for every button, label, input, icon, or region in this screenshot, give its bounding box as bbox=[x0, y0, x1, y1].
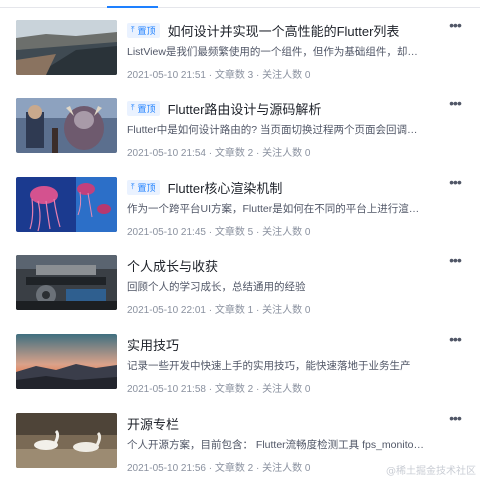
more-dots-icon[interactable]: ••• bbox=[446, 18, 464, 34]
column-description: Flutter中是如何设计路由的? 当页面切换过程两个页面会回调哪些方法... bbox=[127, 124, 427, 136]
tab-bar bbox=[0, 0, 480, 8]
coastal-landscape-image bbox=[16, 20, 117, 75]
column-thumbnail[interactable] bbox=[16, 413, 117, 468]
column-thumbnail[interactable] bbox=[16, 20, 117, 75]
column-title[interactable]: Flutter核心渲染机制 bbox=[168, 178, 283, 197]
pinned-badge: ⤒ 置顶 bbox=[127, 22, 160, 38]
pinned-badge: ⤒ 置顶 bbox=[127, 100, 160, 116]
pin-icon: ⤒ bbox=[131, 103, 135, 112]
column-title[interactable]: 个人成长与收获 bbox=[127, 256, 218, 275]
more-dots-icon[interactable]: ••• bbox=[446, 411, 464, 427]
column-title[interactable]: Flutter路由设计与源码解析 bbox=[168, 99, 322, 118]
column-item[interactable]: ⤒ 置顶 如何设计并实现一个高性能的Flutter列表 ListView是我们最频… bbox=[0, 8, 480, 86]
pinned-badge: ⤒ 置顶 bbox=[127, 179, 160, 195]
more-dots-icon[interactable]: ••• bbox=[446, 332, 464, 348]
game-characters-image bbox=[16, 98, 117, 153]
column-item[interactable]: ⤒ 置顶 Flutter核心渲染机制 作为一个跨平台UI方案，Flutter是如何… bbox=[0, 165, 480, 243]
watermark: @稀土掘金技术社区 bbox=[386, 466, 476, 477]
column-title[interactable]: 实用技巧 bbox=[127, 335, 179, 354]
column-thumbnail[interactable] bbox=[16, 177, 117, 232]
column-description: 回顾个人的学习成长，总结通用的经验 bbox=[127, 281, 306, 293]
column-thumbnail[interactable] bbox=[16, 98, 117, 153]
column-thumbnail[interactable] bbox=[16, 255, 117, 310]
more-dots-icon[interactable]: ••• bbox=[446, 175, 464, 191]
column-item[interactable]: 个人成长与收获 回顾个人的学习成长，总结通用的经验 2021-05-10 22:… bbox=[0, 243, 480, 321]
jellyfish-image bbox=[16, 177, 117, 232]
column-description: 作为一个跨平台UI方案，Flutter是如何在不同的平台上进行渲染? 他的... bbox=[127, 203, 427, 215]
column-meta: 2021-05-10 21:56 · 文章数 2 · 关注人数 0 bbox=[127, 463, 311, 474]
more-dots-icon[interactable]: ••• bbox=[446, 96, 464, 112]
swans-image bbox=[16, 413, 117, 468]
column-description: 个人开源方案，目前包含： Flutter流畅度检测工具 fps_monitor … bbox=[127, 439, 427, 451]
column-item[interactable]: ⤒ 置顶 Flutter路由设计与源码解析 Flutter中是如何设计路由的? 当… bbox=[0, 86, 480, 164]
column-description: 记录一些开发中快速上手的实用技巧，能快速落地于业务生产 bbox=[127, 360, 411, 372]
more-dots-icon[interactable]: ••• bbox=[446, 253, 464, 269]
column-meta: 2021-05-10 21:45 · 文章数 5 · 关注人数 0 bbox=[127, 227, 311, 238]
column-item[interactable]: 实用技巧 记录一些开发中快速上手的实用技巧，能快速落地于业务生产 2021-05… bbox=[0, 322, 480, 400]
column-meta: 2021-05-10 21:58 · 文章数 2 · 关注人数 0 bbox=[127, 384, 311, 395]
column-meta: 2021-05-10 21:54 · 文章数 2 · 关注人数 0 bbox=[127, 148, 311, 159]
pin-icon: ⤒ bbox=[131, 25, 135, 34]
column-title[interactable]: 开源专栏 bbox=[127, 414, 179, 433]
sunset-mountains-image bbox=[16, 334, 117, 389]
column-meta: 2021-05-10 22:01 · 文章数 1 · 关注人数 0 bbox=[127, 305, 311, 316]
column-title[interactable]: 如何设计并实现一个高性能的Flutter列表 bbox=[168, 21, 400, 40]
pin-icon: ⤒ bbox=[131, 182, 135, 191]
machinery-image bbox=[16, 255, 117, 310]
column-description: ListView是我们最频繁使用的一个组件，但作为基础组件，却缺少一些... bbox=[127, 46, 427, 58]
column-thumbnail[interactable] bbox=[16, 334, 117, 389]
column-meta: 2021-05-10 21:51 · 文章数 3 · 关注人数 0 bbox=[127, 70, 311, 81]
